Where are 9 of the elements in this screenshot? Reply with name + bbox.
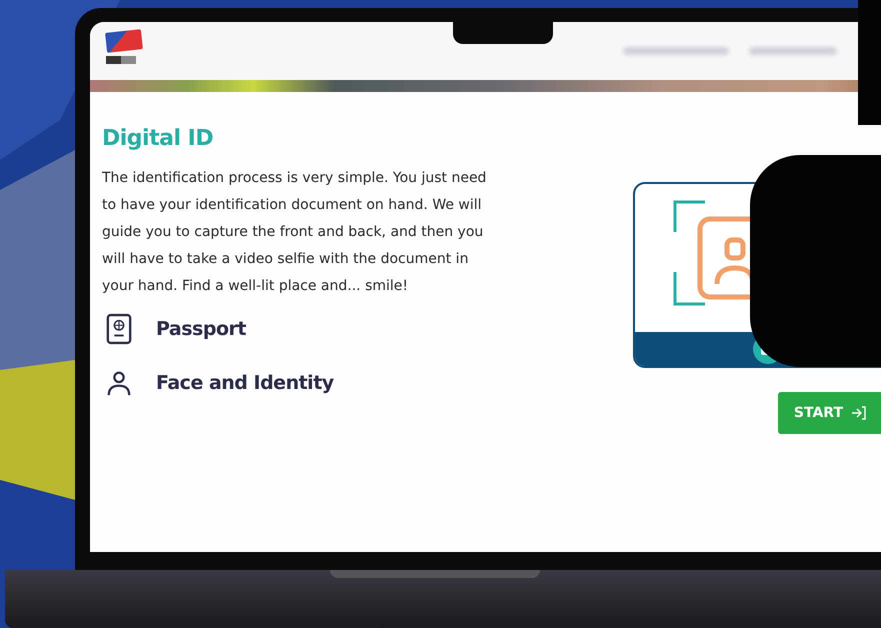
passport-icon [106,312,132,346]
document-option-label: Passport [156,318,246,340]
document-option-label: Face and Identity [156,372,334,394]
description-text: The identification process is very simple. You just need to have your identification document on hand. We will guide you to capture the front and back, and then you will have to take a video selfie with the document in your hand. Find a well-lit place and... smile! [102,169,488,296]
enter-arrow-icon [851,406,867,420]
page-title: Digital ID [102,126,214,151]
blurred-nav-item[interactable] [623,47,729,55]
blurred-nav-item[interactable] [749,47,837,55]
start-button[interactable]: START [778,392,881,434]
